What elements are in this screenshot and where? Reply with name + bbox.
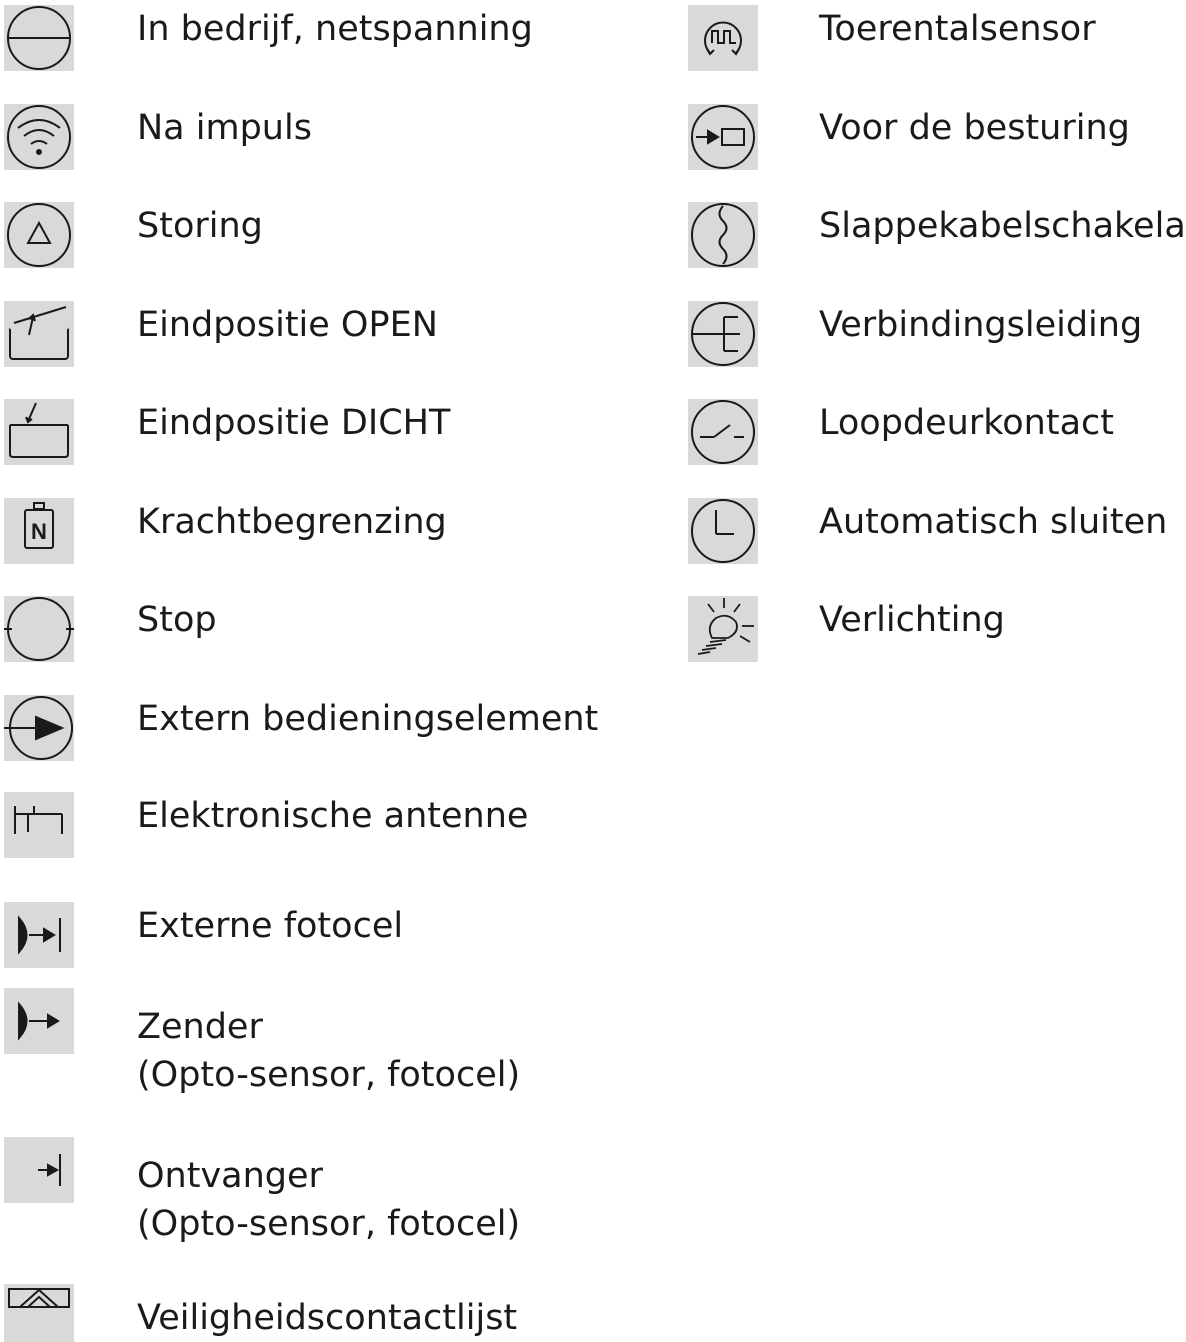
impulse-icon: [4, 104, 74, 170]
legend-label-line2: (Opto-sensor, fotocel): [137, 1204, 521, 1244]
legend-label: Krachtbegrenzing: [137, 502, 447, 542]
legend-label: Veiligheidscontactlijst: [137, 1298, 518, 1338]
end-position-open-icon: [4, 301, 74, 367]
wicket-door-contact-icon: [688, 399, 758, 465]
lighting-icon: [688, 596, 758, 662]
to-control-icon: [688, 104, 758, 170]
external-control-icon: [4, 695, 74, 761]
connection-line-icon: [688, 301, 758, 367]
transmitter-icon: [4, 988, 74, 1054]
svg-text:N: N: [31, 519, 47, 544]
automatic-close-icon: [688, 498, 758, 564]
slack-cable-icon: [688, 202, 758, 268]
legend-label: Eindpositie DICHT: [137, 403, 451, 443]
antenna-icon: [4, 792, 74, 858]
legend-label: Externe fotocel: [137, 906, 404, 946]
legend-label-line1: Zender: [137, 1007, 263, 1047]
safety-edge-icon: [4, 1284, 74, 1342]
legend-label: Voor de besturing: [819, 108, 1130, 148]
legend-label: Zender (Opto-sensor, fotocel): [137, 1003, 520, 1099]
end-position-closed-icon: [4, 399, 74, 465]
legend-label: Ontvanger (Opto-sensor, fotocel): [137, 1152, 520, 1248]
legend-label: Elektronische antenne: [137, 796, 529, 836]
legend-label: In bedrijf, netspanning: [137, 9, 533, 49]
legend-label: Slappekabelschakelaar: [819, 206, 1186, 246]
legend-label: Toerentalsensor: [819, 9, 1096, 49]
force-limit-icon: N: [4, 498, 74, 564]
legend-label: Na impuls: [137, 108, 312, 148]
power-on-icon: [4, 5, 74, 71]
legend-label: Storing: [137, 206, 263, 246]
legend-label-line1: Ontvanger: [137, 1156, 323, 1196]
stop-icon: [4, 596, 74, 662]
legend-label: Automatisch sluiten: [819, 502, 1168, 542]
legend-label: Verlichting: [819, 600, 1005, 640]
speed-sensor-icon: [688, 5, 758, 71]
legend-label: Stop: [137, 600, 217, 640]
legend-label: Verbindingsleiding: [819, 305, 1143, 345]
external-photocell-icon: [4, 902, 74, 968]
legend-label-line2: (Opto-sensor, fotocel): [137, 1055, 521, 1095]
legend-label: Extern bedieningselement: [137, 699, 599, 739]
legend-label: Eindpositie OPEN: [137, 305, 438, 345]
receiver-icon: [4, 1137, 74, 1203]
fault-triangle-icon: [4, 202, 74, 268]
legend-label: Loopdeurkontact: [819, 403, 1115, 443]
